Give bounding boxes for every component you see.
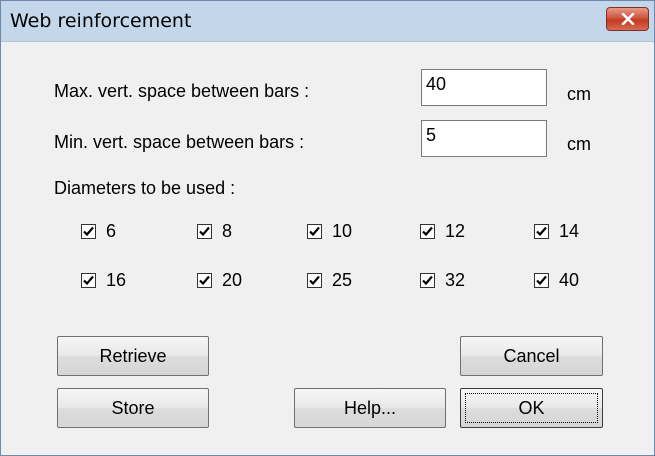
checkbox-label: 40 <box>559 270 580 290</box>
diameter-checkbox-20[interactable]: 20 <box>197 270 242 291</box>
checkbox-label: 8 <box>222 221 233 241</box>
check-icon <box>83 226 94 237</box>
store-button[interactable]: Store <box>57 388 209 428</box>
close-icon <box>621 13 634 25</box>
check-icon <box>536 275 547 286</box>
checkbox-box[interactable] <box>197 224 212 239</box>
diameters-label: Diameters to be used : <box>54 178 236 198</box>
check-icon <box>83 275 94 286</box>
checkbox-label: 20 <box>222 270 243 290</box>
max-vert-space-input[interactable]: 40 <box>421 69 547 106</box>
cancel-button[interactable]: Cancel <box>460 336 603 376</box>
check-icon <box>199 226 210 237</box>
dialog-body: Max. vert. space between bars : 40 cm Mi… <box>9 42 646 447</box>
help-button[interactable]: Help... <box>294 388 446 428</box>
diameter-checkbox-32[interactable]: 32 <box>420 270 465 291</box>
checkbox-box[interactable] <box>307 273 322 288</box>
title-bar[interactable]: Web reinforcement <box>1 1 654 42</box>
diameter-checkbox-8[interactable]: 8 <box>197 221 232 242</box>
diameter-checkbox-40[interactable]: 40 <box>534 270 579 291</box>
checkbox-label: 6 <box>106 221 117 241</box>
dialog-window: Web reinforcement Max. vert. space betwe… <box>0 0 655 456</box>
check-icon <box>422 275 433 286</box>
checkbox-box[interactable] <box>81 273 96 288</box>
check-icon <box>536 226 547 237</box>
check-icon <box>422 226 433 237</box>
close-button[interactable] <box>606 7 649 31</box>
min-vert-space-input[interactable]: 5 <box>421 120 547 157</box>
diameter-checkbox-14[interactable]: 14 <box>534 221 579 242</box>
check-icon <box>309 226 320 237</box>
ok-button-label: OK <box>518 398 545 418</box>
ok-button[interactable]: OK <box>460 388 603 428</box>
checkbox-box[interactable] <box>420 273 435 288</box>
checkbox-box[interactable] <box>307 224 322 239</box>
check-icon <box>309 275 320 286</box>
checkbox-box[interactable] <box>534 224 549 239</box>
checkbox-label: 16 <box>106 270 127 290</box>
check-icon <box>199 275 210 286</box>
max-vert-space-unit: cm <box>567 84 591 104</box>
checkbox-label: 10 <box>332 221 353 241</box>
checkbox-label: 32 <box>445 270 466 290</box>
checkbox-box[interactable] <box>534 273 549 288</box>
max-vert-space-label: Max. vert. space between bars : <box>54 81 310 101</box>
window-title: Web reinforcement <box>10 10 192 32</box>
retrieve-button[interactable]: Retrieve <box>57 336 209 376</box>
diameter-checkbox-16[interactable]: 16 <box>81 270 126 291</box>
checkbox-label: 14 <box>559 221 580 241</box>
checkbox-label: 12 <box>445 221 466 241</box>
checkbox-label: 25 <box>332 270 353 290</box>
min-vert-space-label: Min. vert. space between bars : <box>54 132 305 152</box>
diameter-checkbox-10[interactable]: 10 <box>307 221 352 242</box>
min-vert-space-unit: cm <box>567 134 591 154</box>
diameter-checkbox-6[interactable]: 6 <box>81 221 116 242</box>
diameter-checkbox-12[interactable]: 12 <box>420 221 465 242</box>
checkbox-box[interactable] <box>197 273 212 288</box>
diameter-checkbox-25[interactable]: 25 <box>307 270 352 291</box>
checkbox-box[interactable] <box>81 224 96 239</box>
checkbox-box[interactable] <box>420 224 435 239</box>
